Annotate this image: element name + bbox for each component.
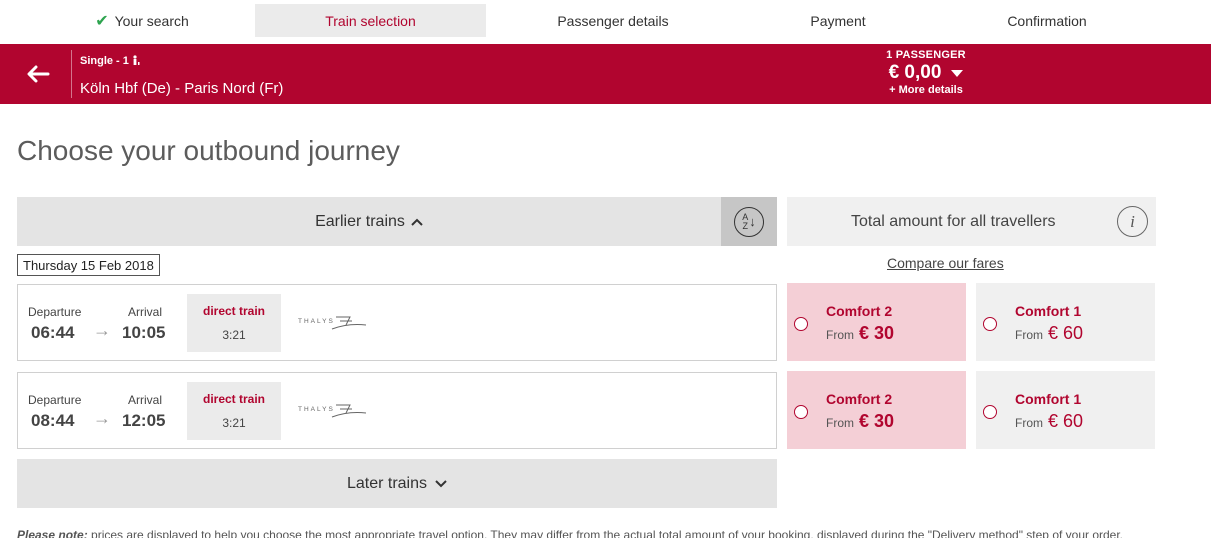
step-passenger-details: Passenger details [520,4,706,37]
fare-radio[interactable] [983,317,997,331]
passenger-summary[interactable]: 1 PASSENGER € 0,00 + More details [860,49,992,96]
fare-radio[interactable] [983,405,997,419]
step-confirmation: Confirmation [970,4,1124,37]
progress-steps: ✔ Your search Train selection Passenger … [0,0,1211,44]
arrow-right-icon: → [93,408,111,428]
fare-radio[interactable] [794,317,808,331]
sort-az-icon: A Z ↓ [734,206,764,237]
later-trains-button[interactable]: Later trains [17,459,777,508]
journey-info: direct train 3:21 [187,294,281,352]
svg-text:THALYS: THALYS [298,406,335,413]
arrival-time: 10:05 [122,323,166,342]
total-price[interactable]: € 0,00 [860,62,992,84]
step-label: Passenger details [557,12,669,29]
fare-price: From € 60 [1015,411,1084,431]
step-payment: Payment [760,4,916,37]
price-note: Please note: prices are displayed to hel… [17,528,1124,538]
departure-label: Departure [28,305,82,319]
check-icon: ✔ [95,12,109,30]
sort-button[interactable]: A Z ↓ [721,197,777,246]
fare-name: Comfort 1 [1015,391,1082,407]
journey-info: direct train 3:21 [187,382,281,440]
fare-option-comfort-1[interactable]: Comfort 1 From € 60 [976,371,1155,449]
divider [71,50,72,98]
compare-fares-link[interactable]: Compare our fares [887,255,1004,271]
svg-text:THALYS: THALYS [298,318,335,325]
back-button[interactable] [22,58,54,90]
arrival-label: Arrival [128,393,163,407]
train-row[interactable]: Departure 08:44 → Arrival 12:05 direct t… [17,372,777,449]
duration: 3:21 [222,328,246,342]
departure-time: 06:44 [31,323,75,342]
fare-price: From € 60 [1015,323,1084,343]
step-train-selection: Train selection [255,4,486,37]
thalys-logo: THALYS [296,397,368,426]
ticket-type: Single - 1 [80,55,141,67]
departure-label: Departure [28,393,82,407]
journey-summary-bar: Single - 1 Köln Hbf (De) - Paris Nord (F… [0,44,1211,104]
caret-down-icon [951,69,964,77]
fare-option-comfort-2[interactable]: Comfort 2 From € 30 [787,371,966,449]
thalys-logo: THALYS [296,309,368,338]
step-your-search[interactable]: ✔ Your search [62,4,222,37]
total-amount-label: Total amount for all travellers [851,212,1056,230]
chevron-up-icon [411,218,423,226]
step-label: Confirmation [1007,12,1087,29]
duration: 3:21 [222,416,246,430]
step-label: Payment [810,12,866,29]
arrow-left-icon [27,65,50,83]
arrow-right-icon: → [93,320,111,340]
arrival-label: Arrival [128,305,163,319]
fare-name: Comfort 2 [826,303,893,319]
departure-time: 08:44 [31,411,75,430]
earlier-trains-button[interactable]: Earlier trains [17,197,721,246]
passenger-count: 1 PASSENGER [886,49,966,61]
fare-option-comfort-1[interactable]: Comfort 1 From € 60 [976,283,1155,361]
fare-name: Comfort 2 [826,391,893,407]
fare-name: Comfort 1 [1015,303,1082,319]
step-label: Your search [114,12,189,29]
fare-price: From € 30 [826,411,895,431]
more-details-link[interactable]: + More details [860,84,992,96]
fare-price: From € 30 [826,323,895,343]
step-label: Train selection [325,12,416,29]
fare-radio[interactable] [794,405,808,419]
page-title: Choose your outbound journey [17,135,400,166]
train-type: direct train [202,304,265,318]
person-icon [133,55,140,65]
arrival-time: 12:05 [122,411,166,430]
fare-option-comfort-2[interactable]: Comfort 2 From € 30 [787,283,966,361]
route-label: Köln Hbf (De) - Paris Nord (Fr) [80,80,284,97]
train-type: direct train [202,392,265,406]
chevron-down-icon [435,479,447,487]
info-icon[interactable]: i [1117,206,1148,237]
date-label: Thursday 15 Feb 2018 [17,254,160,276]
train-row[interactable]: Departure 06:44 → Arrival 10:05 direct t… [17,284,777,361]
total-amount-header: Total amount for all travellers i [787,197,1156,246]
